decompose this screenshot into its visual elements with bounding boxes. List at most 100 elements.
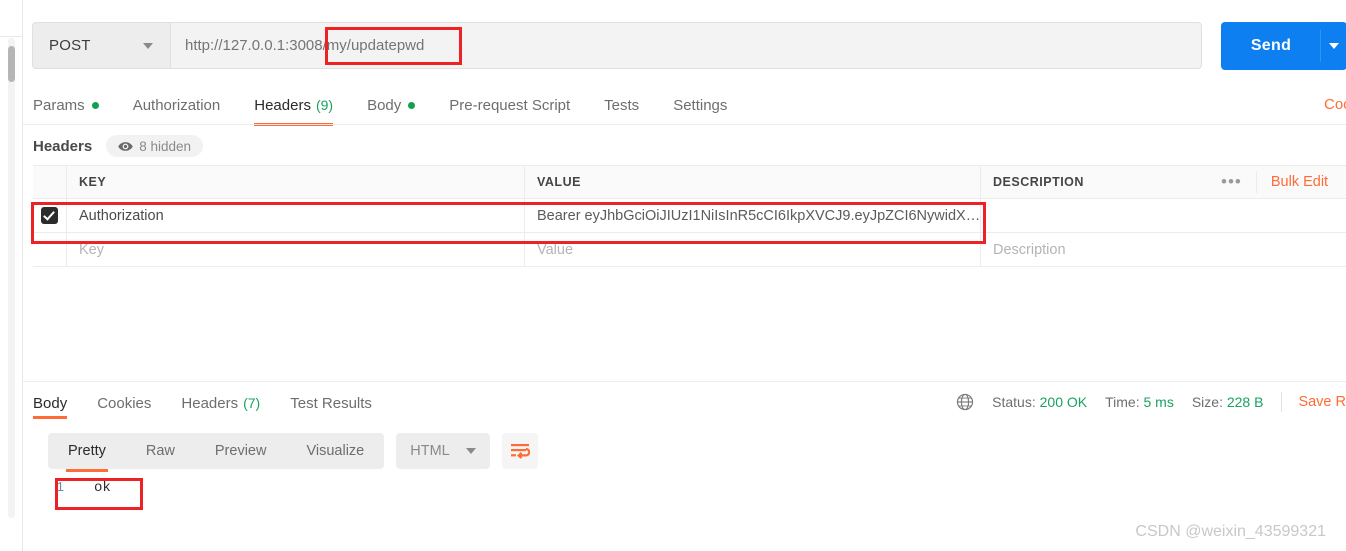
unsaved-indicator-dot xyxy=(91,101,99,109)
request-tab-authorization[interactable]: Authorization xyxy=(133,86,221,124)
view-mode-visualize[interactable]: Visualize xyxy=(286,433,384,469)
empty-row-value-input[interactable]: Value xyxy=(525,233,981,266)
vertical-scrollbar-track[interactable] xyxy=(8,38,15,518)
empty-row-checkbox-cell xyxy=(33,233,67,266)
request-tab-params[interactable]: Params xyxy=(33,86,99,124)
headers-table: KEY VALUE DESCRIPTION ••• Bulk Edit Auth… xyxy=(33,165,1346,267)
row-key-cell[interactable]: Authorization xyxy=(67,199,525,232)
row-value-cell[interactable]: Bearer eyJhbGciOiJIUzI1NiIsInR5cCI6IkpXV… xyxy=(525,199,981,232)
column-header-key: KEY xyxy=(67,166,525,198)
send-button[interactable]: Send xyxy=(1221,22,1321,70)
response-tab-label: Body xyxy=(33,394,68,412)
word-wrap-icon xyxy=(510,444,530,459)
headers-subheader: Headers 8 hidden xyxy=(22,130,1346,162)
view-mode-label: Raw xyxy=(145,443,175,459)
status-label: Status: 200 OK xyxy=(992,394,1087,410)
empty-row-description-input[interactable]: Description xyxy=(981,233,1209,266)
http-method-label: POST xyxy=(49,37,91,54)
request-tab-body[interactable]: Body xyxy=(367,86,416,124)
column-header-key-label: KEY xyxy=(79,175,107,189)
tools-divider xyxy=(1255,171,1257,193)
row-value-text: Bearer eyJhbGciOiJIUzI1NiIsInR5cCI6IkpXV… xyxy=(537,207,981,224)
view-mode-raw[interactable]: Raw xyxy=(126,433,195,469)
globe-icon xyxy=(956,393,974,411)
request-tab-label: Authorization xyxy=(132,96,221,114)
empty-row-tools-cell xyxy=(1209,233,1346,266)
response-format-label: HTML xyxy=(410,443,450,459)
line-number: 1 xyxy=(56,481,65,496)
response-tab-bar: Body Cookies Headers (7) Test Results xyxy=(33,388,372,419)
vertical-scrollbar-thumb[interactable] xyxy=(8,46,15,82)
response-section-divider xyxy=(22,381,1346,382)
request-tab-label: Settings xyxy=(673,96,728,114)
response-view-mode-group: Pretty Raw Preview Visualize xyxy=(48,433,385,472)
request-tab-headers[interactable]: Headers (9) xyxy=(254,86,334,126)
gutter-divider xyxy=(0,36,22,37)
view-mode-preview[interactable]: Preview xyxy=(195,433,287,469)
active-tab-underline xyxy=(33,416,68,419)
response-body-content: 1 ok xyxy=(56,480,111,496)
send-options-button[interactable] xyxy=(1321,22,1346,70)
column-header-description: DESCRIPTION xyxy=(981,166,1209,198)
tab-bar-overflow-link[interactable]: Cookies xyxy=(1324,96,1346,113)
chevron-down-icon xyxy=(465,448,476,454)
request-tab-label: Tests xyxy=(604,96,640,114)
time-value: 5 ms xyxy=(1143,394,1174,410)
table-row-empty[interactable]: Key Value Description xyxy=(33,232,1346,267)
response-tab-count: (7) xyxy=(243,395,261,411)
row-tools-cell xyxy=(1209,199,1346,232)
view-mode-label: Preview xyxy=(214,443,267,459)
column-header-description-label: DESCRIPTION xyxy=(993,175,1084,189)
request-tab-label: Params xyxy=(33,96,85,114)
url-input[interactable]: http://127.0.0.1:3008/my/updatepwd xyxy=(170,22,1202,69)
request-tab-label: Pre-request Script xyxy=(449,96,571,114)
http-method-dropdown[interactable]: POST xyxy=(32,22,170,69)
column-header-value-label: VALUE xyxy=(537,175,581,189)
request-tab-pre-request-script[interactable]: Pre-request Script xyxy=(449,86,570,124)
empty-row-key-input[interactable]: Key xyxy=(67,233,525,266)
bulk-edit-button[interactable]: Bulk Edit xyxy=(1271,174,1328,190)
response-tab-label: Cookies xyxy=(97,394,152,412)
more-options-icon[interactable]: ••• xyxy=(1221,173,1242,190)
table-tools: ••• Bulk Edit xyxy=(1209,166,1346,198)
hidden-headers-toggle[interactable]: 8 hidden xyxy=(106,135,204,157)
request-tab-label: Body xyxy=(367,96,402,114)
response-body-toolbar: Pretty Raw Preview Visualize HTML xyxy=(48,433,538,472)
response-tab-label: Test Results xyxy=(290,394,372,412)
response-tab-cookies[interactable]: Cookies xyxy=(97,388,151,418)
request-tab-settings[interactable]: Settings xyxy=(673,86,727,124)
row-enabled-checkbox[interactable] xyxy=(41,207,58,224)
view-mode-label: Pretty xyxy=(68,443,106,459)
column-header-value: VALUE xyxy=(525,166,981,198)
request-tab-bar: Params Authorization Headers (9) Body Pre-req… xyxy=(22,86,1346,126)
row-description-cell[interactable] xyxy=(981,199,1209,232)
time-label-text: Time: xyxy=(1105,394,1140,410)
status-label-text: Status: xyxy=(992,394,1036,410)
response-tab-body[interactable]: Body xyxy=(33,388,68,419)
row-key-value: Authorization xyxy=(79,207,164,224)
view-mode-pretty[interactable]: Pretty xyxy=(48,433,126,472)
size-label-text: Size: xyxy=(1191,394,1223,410)
response-meta-bar: Status: 200 OK Time: 5 ms Size: 228 B Sa… xyxy=(956,390,1346,414)
eye-icon xyxy=(118,141,133,151)
request-tab-bar-divider xyxy=(22,124,1346,125)
view-mode-label: Visualize xyxy=(306,443,365,459)
watermark: CSDN @weixin_43599321 xyxy=(1135,523,1326,540)
meta-divider xyxy=(1281,392,1283,412)
unsaved-indicator-dot xyxy=(408,101,416,109)
request-tab-label: Headers xyxy=(254,96,311,114)
select-all-cell xyxy=(33,166,67,198)
chevron-down-icon xyxy=(1329,43,1339,49)
response-tab-test-results[interactable]: Test Results xyxy=(290,388,372,418)
table-row[interactable]: Authorization Bearer eyJhbGciOiJIUzI1NiI… xyxy=(33,198,1346,233)
left-scrollbar-gutter xyxy=(0,0,23,551)
response-format-dropdown[interactable]: HTML xyxy=(396,433,490,469)
word-wrap-button[interactable] xyxy=(501,433,538,469)
request-tab-tests[interactable]: Tests xyxy=(604,86,639,124)
url-bar-row: POST http://127.0.0.1:3008/my/updatepwd … xyxy=(22,0,1346,84)
response-tab-label: Headers xyxy=(181,394,239,412)
headers-title: Headers xyxy=(33,137,93,155)
save-response-button[interactable]: Save R xyxy=(1298,394,1346,410)
response-tab-headers[interactable]: Headers (7) xyxy=(181,388,260,418)
size-label: Size: 228 B xyxy=(1192,394,1264,410)
